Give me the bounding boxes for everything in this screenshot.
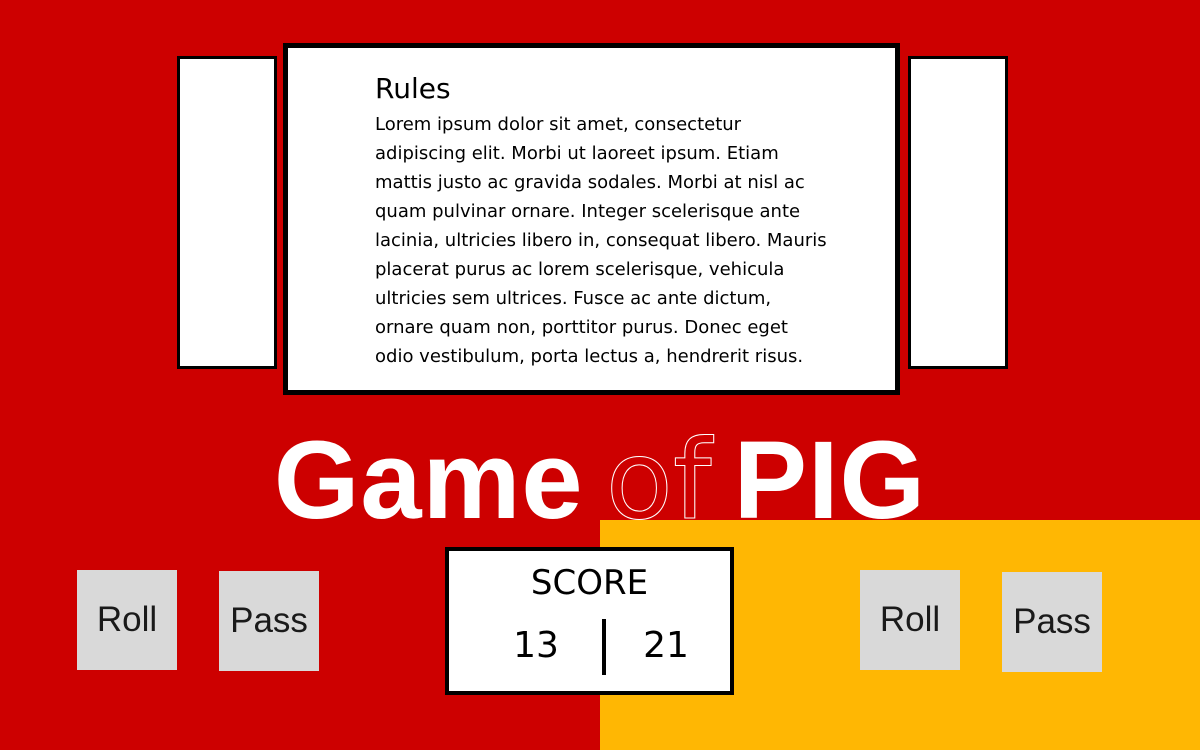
score-divider bbox=[602, 619, 606, 675]
side-card-left bbox=[177, 56, 277, 369]
player1-pass-button[interactable]: Pass bbox=[219, 571, 319, 671]
player1-roll-button[interactable]: Roll bbox=[77, 570, 177, 670]
title-pig: PIG bbox=[733, 419, 927, 542]
title-game: Game bbox=[273, 419, 584, 542]
player2-score: 21 bbox=[643, 625, 689, 666]
rules-text: Lorem ipsum dolor sit amet, consectetur … bbox=[375, 114, 827, 367]
rules-card: Rules Lorem ipsum dolor sit amet, consec… bbox=[283, 43, 900, 395]
player2-pass-button[interactable]: Pass bbox=[1002, 572, 1102, 672]
scoreboard: SCORE 13 21 bbox=[445, 547, 734, 695]
title-of: of bbox=[605, 416, 712, 545]
player1-score: 13 bbox=[513, 625, 559, 666]
rules-title: Rules bbox=[375, 72, 451, 105]
player2-roll-button[interactable]: Roll bbox=[860, 570, 960, 670]
side-card-right bbox=[908, 56, 1008, 369]
score-label: SCORE bbox=[530, 563, 649, 603]
